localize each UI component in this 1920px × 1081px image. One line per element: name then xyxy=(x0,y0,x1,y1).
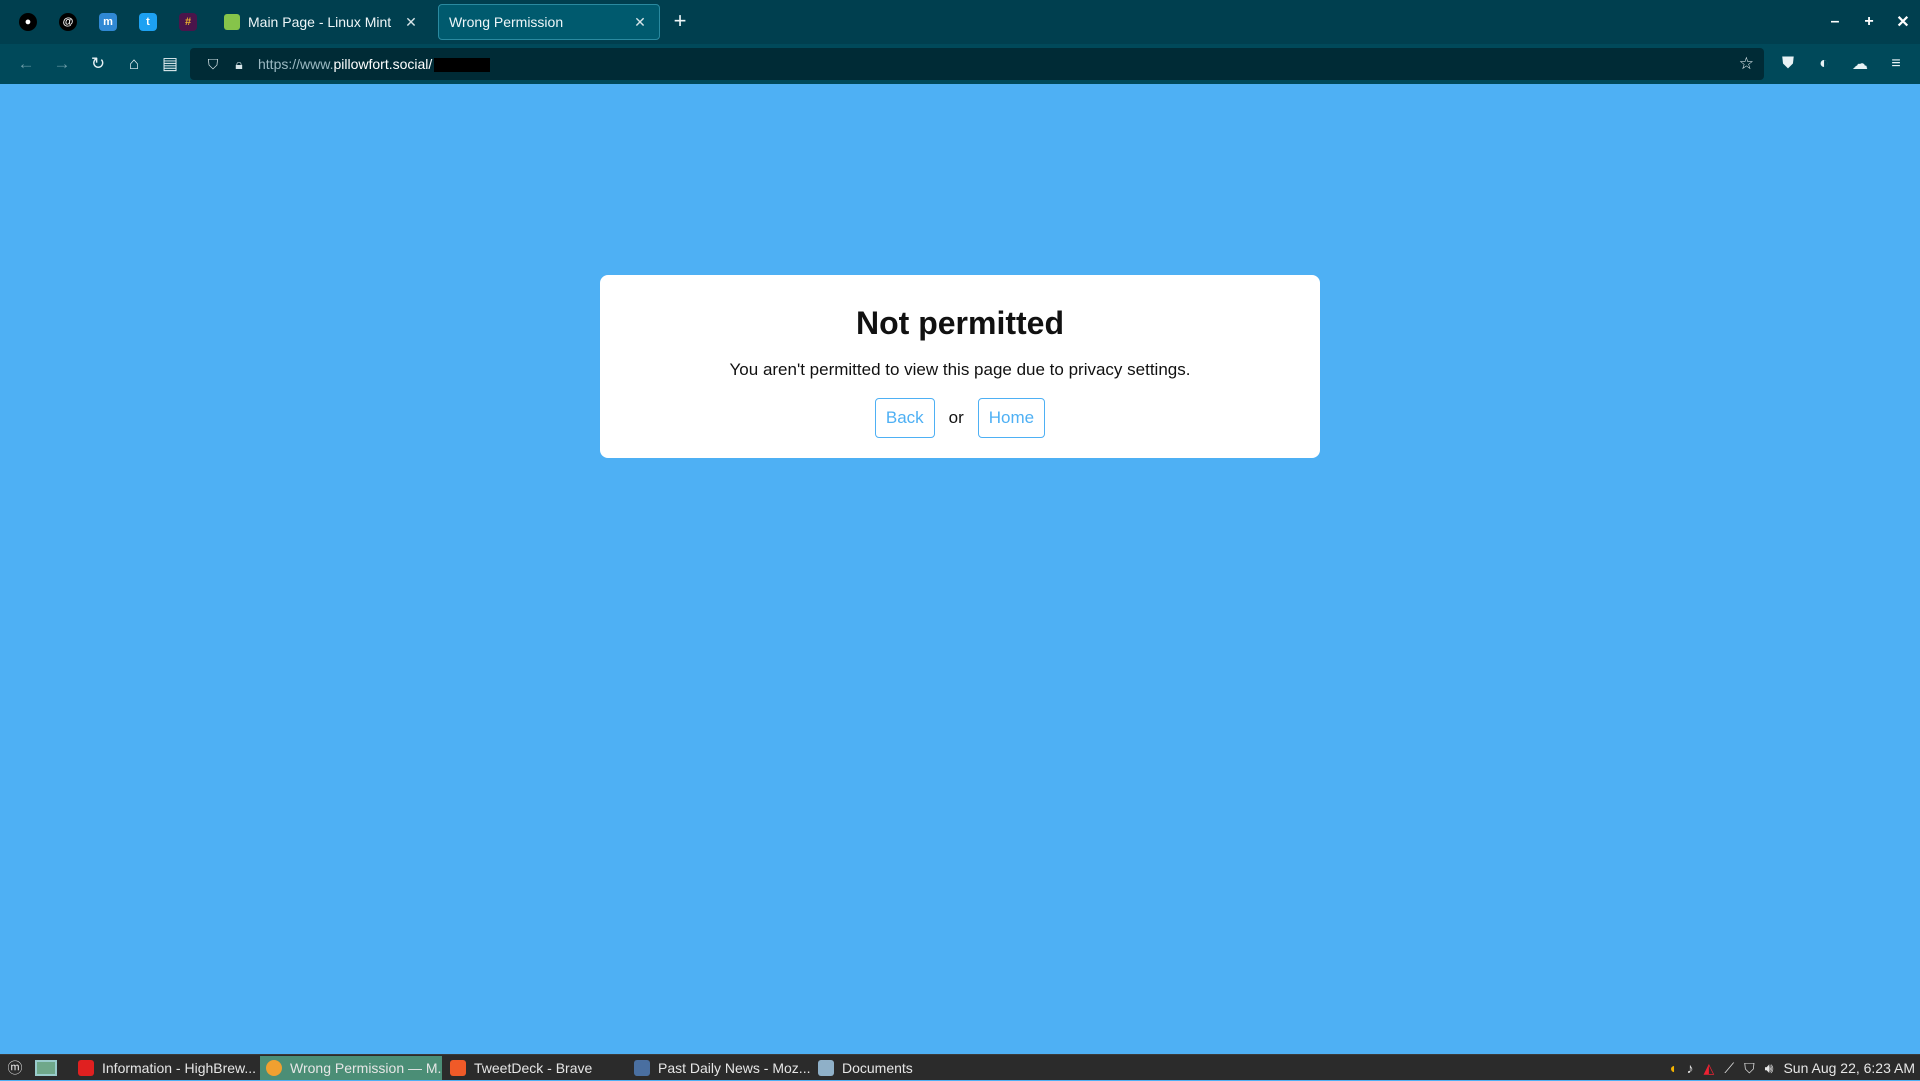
shield-icon[interactable]: ⛉ xyxy=(200,56,226,73)
task-label: Information - HighBrew... xyxy=(102,1060,257,1076)
taskbar-item-brave[interactable]: TweetDeck - Brave xyxy=(444,1056,624,1080)
system-tray: ◖ ♪ ◭ ⟋ ⛉ 🔊︎ Sun Aug 22, 6:23 AM xyxy=(1663,1055,1920,1081)
task-label: TweetDeck - Brave xyxy=(474,1060,593,1076)
brave-icon xyxy=(450,1060,466,1076)
maximize-button[interactable]: + xyxy=(1852,13,1886,31)
pinned-tab-threads[interactable]: @ xyxy=(48,2,88,42)
close-icon[interactable]: ✕ xyxy=(631,14,649,31)
page-title: Not permitted xyxy=(856,305,1064,341)
vpn-shield-icon[interactable]: ⛉ xyxy=(1744,1060,1755,1077)
reload-icon[interactable]: ↻ xyxy=(80,48,116,80)
update-manager-icon[interactable]: ◭ xyxy=(1704,1060,1715,1077)
start-menu-icon[interactable]: ⓜ xyxy=(0,1055,30,1081)
tab-main-page[interactable]: Main Page - Linux Mint ✕ xyxy=(214,4,430,40)
network-icon[interactable]: ⟋ xyxy=(1724,1060,1734,1077)
task-label: Past Daily News - Moz... xyxy=(658,1060,811,1076)
lock-icon[interactable]: 🔒︎ xyxy=(226,56,252,73)
tab-label: Wrong Permission xyxy=(449,14,564,30)
pinned-tab-mastodon[interactable]: m xyxy=(88,2,128,42)
task-label: Documents xyxy=(842,1060,913,1076)
taskbar: ⓜ Information - HighBrew... Wrong Permis… xyxy=(0,1054,1920,1080)
sidebar-icon[interactable]: ▤ xyxy=(152,48,188,80)
clock[interactable]: Sun Aug 22, 6:23 AM xyxy=(1783,1060,1915,1076)
dialog-actions: Back or Home xyxy=(600,398,1320,438)
permission-dialog: Not permitted You aren't permitted to vi… xyxy=(600,275,1320,458)
menu-icon[interactable]: ≡ xyxy=(1880,48,1912,80)
bookmark-star-icon[interactable]: ☆ xyxy=(1739,54,1754,74)
volume-icon[interactable]: 🔊︎ xyxy=(1765,1060,1774,1077)
pinned-tabs: ● @ m t # xyxy=(0,2,208,42)
home-icon[interactable]: ⌂ xyxy=(116,48,152,80)
pinned-tab-slack[interactable]: # xyxy=(168,2,208,42)
close-window-button[interactable]: ✕ xyxy=(1886,12,1920,32)
home-button[interactable]: Home xyxy=(977,398,1046,438)
pinned-tab-ghost[interactable]: ● xyxy=(8,2,48,42)
url-text: https://www.pillowfort.social/ xyxy=(258,55,491,73)
night-light-icon[interactable]: ◖ xyxy=(1668,1060,1676,1076)
back-arrow-icon[interactable]: ← xyxy=(8,48,44,80)
navigation-bar: ← → ↻ ⌂ ▤ ⛉ 🔒︎ https://www.pillowfort.so… xyxy=(0,44,1920,84)
show-desktop-icon[interactable] xyxy=(30,1055,62,1081)
news-icon xyxy=(634,1060,650,1076)
pinned-tab-twitter[interactable]: t xyxy=(128,2,168,42)
minimize-button[interactable]: – xyxy=(1818,13,1852,31)
vivaldi-icon xyxy=(78,1060,94,1076)
tab-strip: ● @ m t # Main Page - Linux Mint ✕ Wrong… xyxy=(0,0,1920,44)
url-host: pillowfort.social/ xyxy=(333,55,433,72)
url-bar[interactable]: ⛉ 🔒︎ https://www.pillowfort.social/ ☆ xyxy=(190,48,1764,80)
slack-icon: # xyxy=(179,13,197,31)
window-controls: – + ✕ xyxy=(1818,0,1920,44)
threads-icon: @ xyxy=(59,13,77,31)
folder-icon xyxy=(818,1060,834,1076)
page-icon xyxy=(224,14,240,30)
tab-label: Main Page - Linux Mint xyxy=(248,14,392,30)
url-prefix: https://www. xyxy=(258,55,334,72)
back-button[interactable]: Back xyxy=(874,398,935,438)
taskbar-item-documents[interactable]: Documents xyxy=(812,1056,932,1080)
tab-wrong-permission[interactable]: Wrong Permission ✕ xyxy=(438,4,660,40)
page-content: Not permitted You aren't permitted to vi… xyxy=(0,84,1920,1054)
bitwarden-extension-icon[interactable]: ⛊ xyxy=(1772,48,1804,80)
extension-cloud-icon[interactable]: ☁ xyxy=(1844,48,1876,80)
close-icon[interactable]: ✕ xyxy=(402,14,420,31)
permission-message: You aren't permitted to view this page d… xyxy=(729,360,1191,379)
audio-mute-icon[interactable]: ♪ xyxy=(1687,1060,1694,1076)
mastodon-icon: m xyxy=(99,13,117,31)
twitter-icon: t xyxy=(139,13,157,31)
extension-icon[interactable]: ◐ xyxy=(1808,48,1840,80)
task-label: Wrong Permission — M... xyxy=(290,1060,442,1076)
forward-arrow-icon[interactable]: → xyxy=(44,48,80,80)
taskbar-item-vivaldi[interactable]: Information - HighBrew... xyxy=(72,1056,258,1080)
new-tab-button[interactable]: + xyxy=(668,10,692,34)
redaction-bar xyxy=(434,58,491,73)
firefox-icon xyxy=(266,1060,282,1076)
ghost-icon: ● xyxy=(19,13,37,31)
taskbar-item-news[interactable]: Past Daily News - Moz... xyxy=(628,1056,812,1080)
or-label: or xyxy=(948,408,964,427)
taskbar-item-firefox[interactable]: Wrong Permission — M... xyxy=(260,1056,442,1080)
